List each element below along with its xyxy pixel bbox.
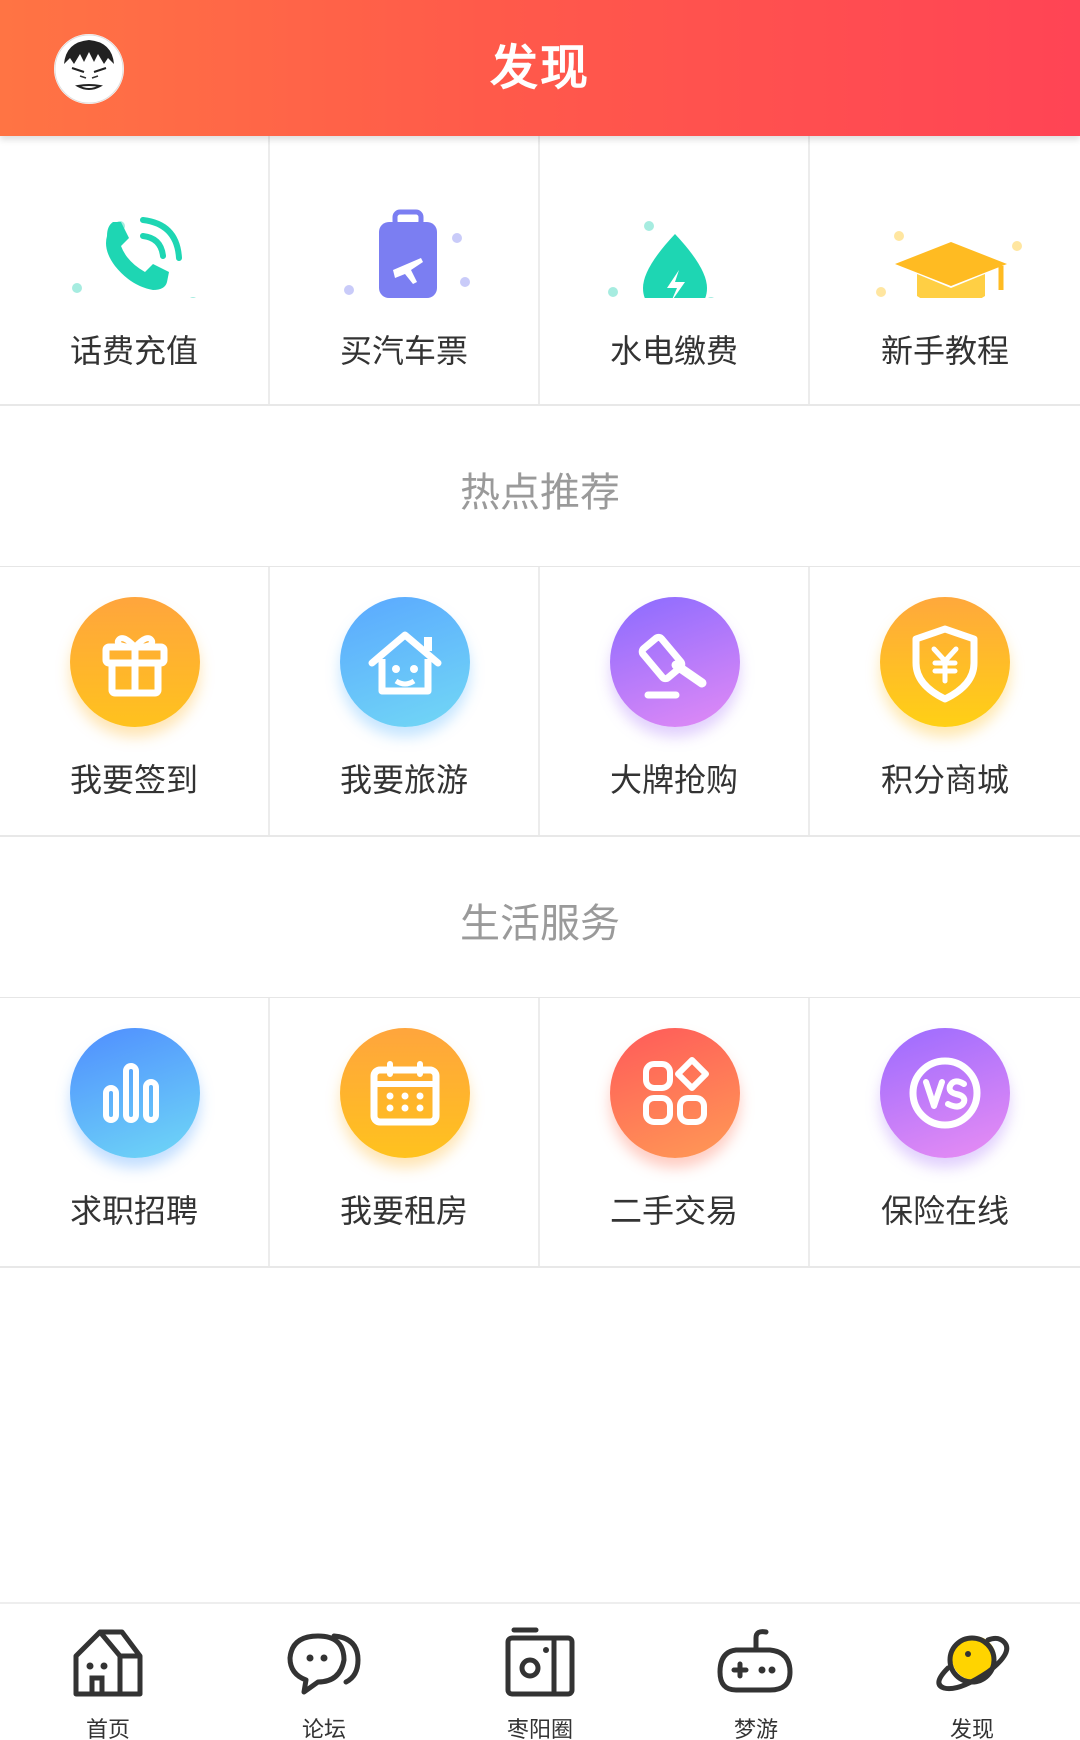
chat-bubbles-icon: [287, 1633, 361, 1695]
calendar-icon: [340, 1028, 470, 1158]
hot-label: 我要旅游: [339, 761, 468, 799]
nav-label: 首页: [85, 1718, 130, 1740]
bottom-nav: 首页 论坛 枣阳圈 梦游 发现: [0, 1602, 1080, 1740]
nav-label: 论坛: [301, 1718, 346, 1740]
hot-recommend-grid: 我要签到 我要旅游 大牌抢购 积分商城: [0, 566, 1080, 837]
bar-chart-icon: [70, 1028, 200, 1158]
header-bar: 发现: [0, 0, 1080, 136]
vs-icon: [880, 1028, 1010, 1158]
nav-item-discover[interactable]: 发现: [864, 1604, 1080, 1740]
section-title-hot: 热点推荐: [460, 470, 620, 516]
nav-label: 枣阳圈: [506, 1718, 573, 1740]
nav-item-game[interactable]: 梦游: [648, 1604, 864, 1740]
hot-item-travel[interactable]: 我要旅游: [270, 567, 540, 835]
planet-icon: [936, 1635, 1010, 1692]
nav-label: 梦游: [733, 1718, 778, 1740]
phone-icon: [72, 217, 196, 298]
page-title: 发现: [489, 40, 590, 96]
home-icon: [73, 1629, 143, 1697]
luggage-plane-icon: [344, 209, 470, 298]
hot-item-checkin[interactable]: 我要签到: [0, 567, 270, 835]
water-drop-icon: [608, 221, 714, 298]
nav-item-circle[interactable]: 枣阳圈: [432, 1604, 648, 1740]
house-icon: [340, 597, 470, 727]
service-utilities[interactable]: 水电缴费: [540, 136, 810, 404]
quick-services-grid: 话费充值 买汽车票 水电缴费 新手教程: [0, 136, 1080, 406]
apps-icon: [610, 1028, 740, 1158]
nav-item-forum[interactable]: 论坛: [216, 1604, 432, 1740]
hot-label: 我要签到: [69, 761, 198, 799]
service-beginner-guide[interactable]: 新手教程: [810, 136, 1080, 404]
hot-item-points-mall[interactable]: 积分商城: [810, 567, 1080, 835]
life-label: 二手交易: [609, 1192, 738, 1230]
life-label: 我要租房: [339, 1192, 468, 1230]
gift-icon: [70, 597, 200, 727]
service-label: 新手教程: [880, 332, 1009, 370]
yen-shield-icon: [880, 597, 1010, 727]
auction-hammer-icon: [610, 597, 740, 727]
service-label: 话费充值: [69, 332, 198, 370]
hot-label: 积分商城: [880, 761, 1009, 799]
graduation-cap-icon: [876, 231, 1022, 298]
life-item-secondhand[interactable]: 二手交易: [540, 998, 810, 1266]
service-bus-ticket[interactable]: 买汽车票: [270, 136, 540, 404]
service-phone-recharge[interactable]: 话费充值: [0, 136, 270, 404]
life-item-insurance[interactable]: 保险在线: [810, 998, 1080, 1266]
section-title-life: 生活服务: [460, 901, 620, 947]
life-item-rent[interactable]: 我要租房: [270, 998, 540, 1266]
discover-screen: 发现 话费充值 买汽车票 水电缴费 新手教程 热点推荐 我要签到 我要旅游 大牌…: [0, 0, 1080, 1740]
radio-icon: [505, 1627, 575, 1697]
life-label: 求职招聘: [69, 1192, 198, 1230]
hot-label: 大牌抢购: [609, 761, 738, 799]
life-item-jobs[interactable]: 求职招聘: [0, 998, 270, 1266]
hot-item-brand-sale[interactable]: 大牌抢购: [540, 567, 810, 835]
gamepad-icon: [717, 1629, 793, 1693]
service-label: 买汽车票: [339, 332, 468, 370]
life-label: 保险在线: [880, 1192, 1009, 1230]
life-services-grid: 求职招聘 我要租房 二手交易 保险在线: [0, 997, 1080, 1268]
service-label: 水电缴费: [609, 332, 738, 370]
nav-label: 发现: [949, 1718, 994, 1740]
nav-item-home[interactable]: 首页: [0, 1604, 216, 1740]
